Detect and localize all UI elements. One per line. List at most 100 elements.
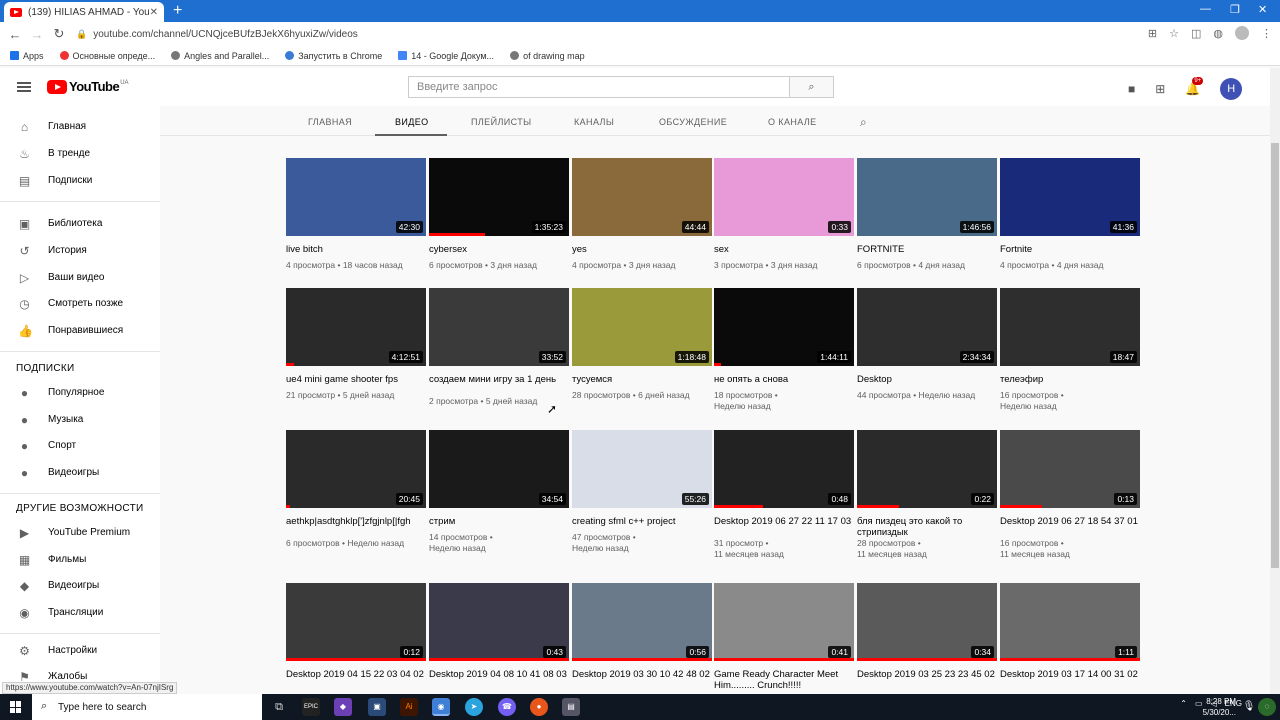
task-view-icon[interactable]: ⧉ bbox=[270, 698, 288, 716]
sidebar-item-sport[interactable]: ● Спорт bbox=[0, 433, 160, 459]
video-card[interactable]: 2:34:34 Desktop 44 просмотра • Неделю наза… bbox=[857, 288, 997, 408]
sidebar-item-music[interactable]: ● Музыка bbox=[0, 407, 160, 433]
video-title[interactable]: тусуемся bbox=[572, 374, 712, 385]
video-card[interactable]: 1:11 Desktop 2019 03 17 14 00 31 02 bbox=[1000, 583, 1140, 703]
tab-discussion[interactable]: ОБСУЖДЕНИЕ bbox=[659, 117, 727, 127]
video-title[interactable]: Desktop 2019 03 30 10 42 48 02 bbox=[572, 669, 712, 680]
app-icon[interactable]: ▣ bbox=[368, 698, 386, 716]
video-card[interactable]: 4:12:51 ue4 mini game shooter fps 21 просм… bbox=[286, 288, 426, 408]
tab-home[interactable]: ГЛАВНАЯ bbox=[308, 117, 352, 127]
extension-icon[interactable]: ◫ bbox=[1191, 27, 1201, 40]
video-card[interactable]: 0:43 Desktop 2019 04 08 10 41 08 03 bbox=[429, 583, 569, 703]
video-title[interactable]: Desktop 2019 04 15 22 03 04 02 bbox=[286, 669, 426, 680]
sidebar-item-your-videos[interactable]: ▷ Ваши видео bbox=[0, 265, 160, 291]
video-card[interactable]: 33:52 создаем мини игру за 1 день 2 просмо… bbox=[429, 288, 569, 408]
video-thumbnail[interactable]: 4:12:51 bbox=[286, 288, 426, 366]
avatar[interactable]: H bbox=[1220, 78, 1243, 100]
search-button[interactable]: ⌕ bbox=[790, 76, 834, 98]
video-title[interactable]: FORTNITE bbox=[857, 244, 997, 255]
video-thumbnail[interactable]: 1:18:48 bbox=[572, 288, 712, 366]
sidebar-item-history[interactable]: ↺ История bbox=[0, 238, 160, 264]
video-thumbnail[interactable]: 33:52 bbox=[429, 288, 569, 366]
bookmark-item[interactable]: Angles and Parallel... bbox=[171, 51, 269, 61]
video-card[interactable]: 0:13 Desktop 2019 06 27 18 54 37 01 16 про… bbox=[1000, 430, 1140, 559]
video-title[interactable]: Desktop 2019 03 17 14 00 31 02 bbox=[1000, 669, 1140, 680]
video-title[interactable]: Desktop 2019 04 08 10 41 08 03 bbox=[429, 669, 569, 680]
bookmark-item[interactable]: Основные опреде... bbox=[59, 51, 155, 61]
video-card[interactable]: 0:12 Desktop 2019 04 15 22 03 04 02 bbox=[286, 583, 426, 703]
apps-grid-icon[interactable]: ⊞ bbox=[1155, 82, 1165, 96]
video-thumbnail[interactable]: 2:34:34 bbox=[857, 288, 997, 366]
sidebar-item-gaming[interactable]: ● Видеоигры bbox=[0, 460, 160, 486]
video-title[interactable]: cybersex bbox=[429, 244, 569, 255]
video-card[interactable]: 0:22 бля пиздец это какой то стрипиздык 28… bbox=[857, 430, 997, 559]
video-title[interactable]: Desktop bbox=[857, 374, 997, 385]
new-tab-icon[interactable]: + bbox=[173, 2, 182, 20]
video-thumbnail[interactable]: 0:41 bbox=[714, 583, 854, 661]
sidebar-item-liked[interactable]: 👍 Понравившиеся bbox=[0, 318, 160, 344]
video-thumbnail[interactable]: 1:35:23 bbox=[429, 158, 569, 236]
notifications-button[interactable]: 🔔 9+ bbox=[1185, 77, 1204, 96]
video-card[interactable]: 44:44 yes 4 просмотра • 3 дня назад bbox=[572, 158, 712, 278]
video-title[interactable]: Desktop 2019 06 27 22 11 17 03 bbox=[714, 516, 854, 527]
video-title[interactable]: Desktop 2019 03 25 23 23 45 02 bbox=[857, 669, 997, 680]
sidebar-item-home[interactable]: ⌂ Главная bbox=[0, 114, 160, 140]
video-title[interactable]: бля пиздец это какой то стрипиздык bbox=[857, 516, 997, 538]
video-thumbnail[interactable]: 1:44:11 bbox=[714, 288, 854, 366]
sidebar-item-watch-later[interactable]: ◷ Смотреть позже bbox=[0, 291, 160, 317]
tray-chevron-icon[interactable]: ⌃ bbox=[1180, 699, 1187, 708]
search-input[interactable]: Введите запрос bbox=[408, 76, 790, 98]
back-icon[interactable]: ← bbox=[4, 27, 26, 42]
video-thumbnail[interactable]: 0:13 bbox=[1000, 430, 1140, 508]
sidebar-item-subscriptions[interactable]: ▤ Подписки bbox=[0, 168, 160, 194]
video-title[interactable]: Desktop 2019 06 27 18 54 37 01 bbox=[1000, 516, 1140, 527]
network-icon[interactable]: ▭ bbox=[1195, 699, 1203, 708]
video-title[interactable]: Game Ready Character Meet Him......... C… bbox=[714, 669, 854, 691]
obs-icon[interactable]: ● bbox=[530, 698, 548, 716]
app-icon[interactable]: ▤ bbox=[562, 698, 580, 716]
translate-icon[interactable]: ⊞ bbox=[1148, 27, 1157, 40]
clock[interactable]: 8:28 PM 5/30/20... bbox=[1203, 696, 1236, 718]
video-card[interactable]: 20:45 aethkp|asdtghklp[']zfgjnlp[|fgh 6 пр… bbox=[286, 430, 426, 550]
video-thumbnail[interactable]: 0:22 bbox=[857, 430, 997, 508]
sidebar-item-settings[interactable]: ⚙ Настройки bbox=[0, 638, 160, 664]
illustrator-icon[interactable]: Ai bbox=[400, 698, 418, 716]
star-icon[interactable]: ☆ bbox=[1169, 27, 1179, 40]
telegram-icon[interactable]: ➤ bbox=[465, 698, 483, 716]
tab-videos[interactable]: ВИДЕО bbox=[395, 117, 429, 127]
chrome-icon[interactable]: ◉ bbox=[432, 698, 450, 716]
menu-dots-icon[interactable]: ⋮ bbox=[1261, 27, 1272, 40]
visual-studio-icon[interactable]: ◆ bbox=[334, 698, 352, 716]
video-card[interactable]: 41:36 Fortnite 4 просмотра • 4 дня назад bbox=[1000, 158, 1140, 278]
video-card[interactable]: 18:47 телеэфир 16 просмотров • Неделю назад bbox=[1000, 288, 1140, 411]
video-card[interactable]: 1:18:48 тусуемся 28 просмотров • 6 дней на… bbox=[572, 288, 712, 408]
bookmark-apps[interactable]: Apps bbox=[10, 51, 44, 61]
shield-icon[interactable]: ◍ bbox=[1213, 27, 1223, 40]
browser-tab[interactable]: (139) HILIAS AHMAD - YouTube ✕ bbox=[4, 2, 164, 22]
tab-channels[interactable]: КАНАЛЫ bbox=[574, 117, 614, 127]
video-thumbnail[interactable]: 44:44 bbox=[572, 158, 712, 236]
url-field[interactable]: 🔒 youtube.com/channel/UCNQjceBUfzBJekX6h… bbox=[76, 24, 1106, 44]
video-card[interactable]: 1:44:11 не опять а снова 18 просмотров • Не… bbox=[714, 288, 854, 411]
sidebar-item-movies[interactable]: ▦ Фильмы bbox=[0, 547, 160, 573]
forward-icon[interactable]: → bbox=[26, 27, 48, 42]
bookmark-item[interactable]: Запустить в Chrome bbox=[285, 51, 382, 61]
video-card[interactable]: 55:26 creating sfml c++ project 47 просмот… bbox=[572, 430, 712, 553]
video-thumbnail[interactable]: 34:54 bbox=[429, 430, 569, 508]
video-title[interactable]: создаем мини игру за 1 день bbox=[429, 374, 569, 385]
video-thumbnail[interactable]: 0:33 bbox=[714, 158, 854, 236]
video-card[interactable]: 42:30 live bitch 4 просмотра • 18 часов на… bbox=[286, 158, 426, 278]
minimize-icon[interactable]: — bbox=[1200, 3, 1211, 15]
video-title[interactable]: ue4 mini game shooter fps bbox=[286, 374, 426, 385]
video-thumbnail[interactable]: 1:46:56 bbox=[857, 158, 997, 236]
video-title[interactable]: creating sfml c++ project bbox=[572, 516, 712, 527]
bookmark-item[interactable]: of drawing map bbox=[510, 51, 585, 61]
sidebar-item-trending[interactable]: ♨ В тренде bbox=[0, 141, 160, 167]
video-card[interactable]: 34:54 стрим 14 просмотров • Неделю назад bbox=[429, 430, 569, 553]
tab-about[interactable]: О КАНАЛЕ bbox=[768, 117, 817, 127]
video-card[interactable]: 0:48 Desktop 2019 06 27 22 11 17 03 31 про… bbox=[714, 430, 854, 559]
video-card[interactable]: 1:35:23 cybersex 6 просмотров • 3 дня наза… bbox=[429, 158, 569, 278]
video-card[interactable]: 1:46:56 FORTNITE 6 просмотров • 4 дня наза… bbox=[857, 158, 997, 278]
reload-icon[interactable]: ↻ bbox=[48, 26, 70, 42]
video-title[interactable]: стрим bbox=[429, 516, 569, 527]
